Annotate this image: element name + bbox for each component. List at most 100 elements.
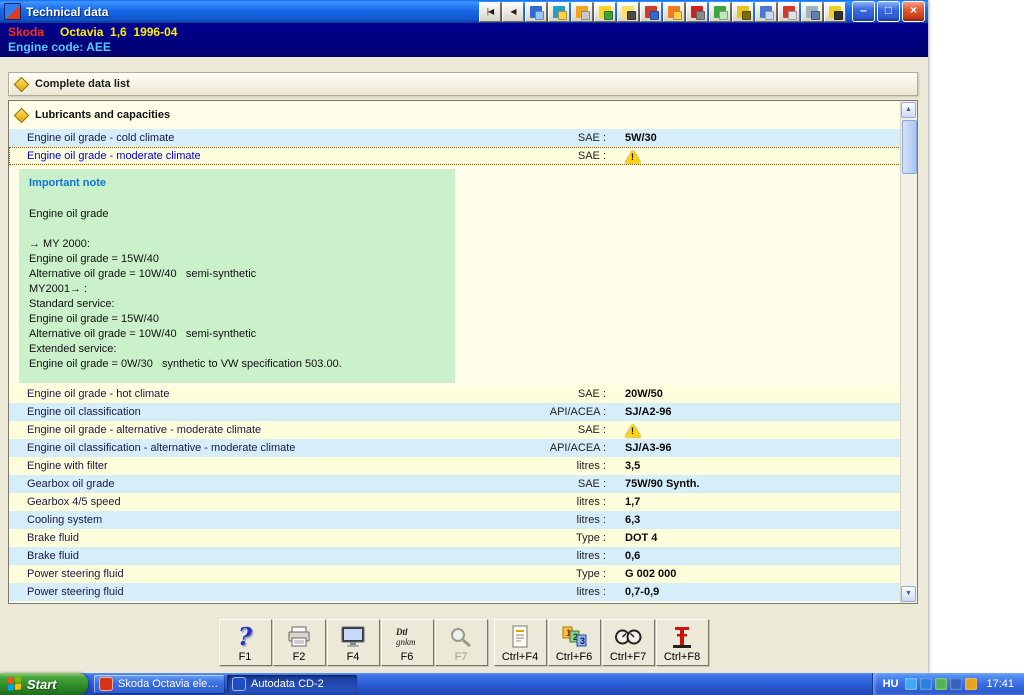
tray-volume-icon[interactable] <box>905 678 918 690</box>
values-button[interactable]: 1 2 3 Ctrl+F6 <box>547 618 601 666</box>
note-line: Alternative oil grade = 10W/40 semi-synt… <box>29 268 257 280</box>
table-row[interactable]: Power steering fluid litres : 0,7-0,9 <box>9 583 901 601</box>
row-value: 75W/90 Synth. <box>625 478 700 490</box>
note-line: Extended service: <box>29 343 117 355</box>
vehicle-make: Skoda <box>8 25 45 39</box>
notes-button[interactable]: Dtl gnkm F6 <box>380 618 434 666</box>
action-key-label: Ctrl+F7 <box>609 650 647 663</box>
row-key: SAE : <box>577 478 606 490</box>
screen-button[interactable]: F4 <box>326 618 380 666</box>
table-row[interactable]: Engine oil grade - hot climate SAE : 20W/5… <box>9 385 901 403</box>
tray-network-icon[interactable] <box>920 678 933 690</box>
table-row[interactable]: Engine oil classification - alternative … <box>9 439 901 457</box>
toolbar-glyph: ◀ <box>510 7 516 16</box>
table-row[interactable]: Engine with filter litres : 3,5 <box>9 457 901 475</box>
note-line: Engine oil grade = 0W/30 synthetic to VW… <box>29 358 342 370</box>
app-icon <box>4 3 21 20</box>
row-label: Power steering fluid <box>27 568 124 580</box>
lift-button[interactable]: Ctrl+F8 <box>655 618 709 666</box>
zoom-button: F7 <box>434 618 488 666</box>
gauges-button[interactable]: Ctrl+F7 <box>601 618 655 666</box>
monitor-icon <box>340 624 366 650</box>
data-list-button[interactable]: Ctrl+F4 <box>493 618 547 666</box>
scroll-thumb[interactable] <box>902 120 917 174</box>
help-button[interactable]: ? F1 <box>218 618 272 666</box>
table-row[interactable]: Power steering fluid Type : G 002 000 <box>9 565 901 583</box>
data-list-icon <box>622 5 636 20</box>
repair-times-icon[interactable] <box>640 1 662 22</box>
settings-gear-icon[interactable] <box>755 1 777 22</box>
row-key: SAE : <box>577 388 606 400</box>
vehicle-info-bar: Skoda Octavia 1,6 1996-04 Engine code: AE… <box>0 23 928 57</box>
vertical-scrollbar[interactable]: ▲ ▼ <box>900 101 917 603</box>
start-button[interactable]: Start <box>0 673 88 695</box>
window-title: Technical data <box>26 4 109 19</box>
titlebar[interactable]: Technical data |◀ ◀ – □ × <box>0 0 928 23</box>
tray-update-icon[interactable] <box>965 678 978 690</box>
content-area: Complete data list Lubricants and capaci… <box>0 57 928 611</box>
car-icon[interactable] <box>824 1 846 22</box>
data-list-icon[interactable] <box>617 1 639 22</box>
taskbar-item-autodata[interactable]: Autodata CD-2 <box>227 675 357 693</box>
gauges-icon <box>614 624 642 650</box>
table-row[interactable]: Engine oil classification API/ACEA : SJ/A2… <box>9 403 901 421</box>
complete-data-list-header[interactable]: Complete data list <box>8 72 918 96</box>
note-line: Standard service: <box>29 298 115 310</box>
monitor-icon[interactable] <box>709 1 731 22</box>
row-label: Brake fluid <box>27 550 79 562</box>
tray-antivirus-icon[interactable] <box>935 678 948 690</box>
row-value: 5W/30 <box>625 132 657 144</box>
table-row[interactable]: Brake fluid litres : 0,6 <box>9 547 901 565</box>
table-row[interactable]: Engine oil grade - alternative - moderat… <box>9 421 901 439</box>
tray-display-icon[interactable] <box>950 678 963 690</box>
note-title: Important note <box>29 177 106 189</box>
tray-icons <box>905 678 978 690</box>
table-row[interactable]: Gearbox 4/5 speed litres : 1,7 <box>9 493 901 511</box>
globe-icon[interactable] <box>801 1 823 22</box>
window-icon[interactable] <box>525 1 547 22</box>
print-button[interactable]: F2 <box>272 618 326 666</box>
table-row[interactable]: Engine oil grade - cold climate SAE : 5W/3… <box>9 129 901 147</box>
section-header[interactable]: Lubricants and capacities <box>9 101 901 129</box>
system-tray: HU 17:41 <box>871 673 1024 695</box>
section-title: Lubricants and capacities <box>35 109 171 121</box>
row-value: 0,7-0,9 <box>625 586 660 598</box>
task-label: Autodata CD-2 <box>251 678 324 690</box>
row-value: 20W/50 <box>625 388 663 400</box>
nav-first-icon[interactable]: |◀ <box>479 1 501 22</box>
svg-text:3: 3 <box>580 636 585 646</box>
restore-button[interactable]: □ <box>877 1 900 22</box>
nav-prev-icon[interactable]: ◀ <box>502 1 524 22</box>
table-row[interactable]: Engine oil grade - moderate climate SAE :… <box>9 147 901 165</box>
language-indicator[interactable]: HU <box>883 678 899 690</box>
close-button[interactable]: × <box>902 1 925 22</box>
service-schedule-icon[interactable] <box>594 1 616 22</box>
taskbar-item-skoda[interactable]: Skoda Octavia elektr... <box>94 675 224 693</box>
gears-icon[interactable] <box>571 1 593 22</box>
taskbar-items: Skoda Octavia elektr... Autodata CD-2 <box>94 675 357 693</box>
table-row[interactable]: Gearbox oil grade SAE : 75W/90 Synth. <box>9 475 901 493</box>
wiring-icon[interactable] <box>778 1 800 22</box>
contents-icon[interactable] <box>548 1 570 22</box>
row-value: ! <box>606 149 901 163</box>
note-line: Alternative oil grade = 10W/40 semi-synt… <box>29 328 257 340</box>
key-icon[interactable] <box>732 1 754 22</box>
scroll-down-icon[interactable]: ▼ <box>901 586 916 602</box>
scroll-up-icon[interactable]: ▲ <box>901 102 916 118</box>
row-label: Brake fluid <box>27 532 79 544</box>
minimize-button[interactable]: – <box>852 1 875 22</box>
table-row[interactable]: Cooling system litres : 6,3 <box>9 511 901 529</box>
window-icon <box>530 5 544 20</box>
row-value: DOT 4 <box>625 532 658 544</box>
row-key: Type : <box>576 568 606 580</box>
car-icon <box>829 5 843 20</box>
row-label: Engine oil grade - cold climate <box>27 132 175 144</box>
taskbar: Start Skoda Octavia elektr... Autodata CD… <box>0 673 1024 695</box>
diagnostics-icon[interactable] <box>663 1 685 22</box>
row-value: SJ/A2-96 <box>625 406 672 418</box>
action-key-label: F7 <box>454 650 468 663</box>
tools-icon[interactable] <box>686 1 708 22</box>
table-row[interactable]: Brake fluid Type : DOT 4 <box>9 529 901 547</box>
data-panel: Lubricants and capacities Engine oil gra… <box>8 100 918 604</box>
row-label: Engine oil classification <box>27 406 141 418</box>
